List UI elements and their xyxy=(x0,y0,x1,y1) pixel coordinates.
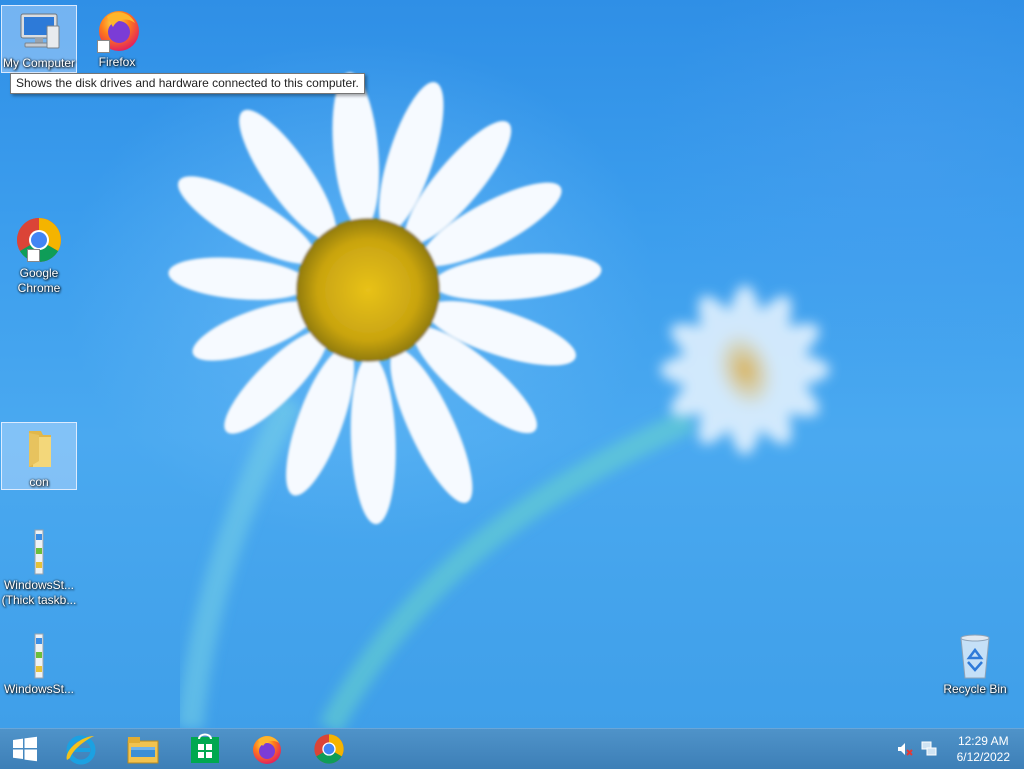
chrome-icon xyxy=(314,734,344,764)
taskbar-firefox[interactable] xyxy=(238,729,296,769)
desktop-icon-label: WindowsSt... (Thick taskb... xyxy=(1,578,77,607)
chrome-icon xyxy=(15,216,63,264)
desktop-icon-con-folder[interactable]: con xyxy=(1,422,77,490)
desktop-icon-my-computer[interactable]: My Computer xyxy=(1,5,77,73)
shortcut-arrow-icon xyxy=(97,40,110,53)
desktop-icon-label: Firefox xyxy=(98,55,136,69)
tooltip: Shows the disk drives and hardware conne… xyxy=(10,73,365,94)
taskbar: 12:29 AM 6/12/2022 xyxy=(0,728,1024,769)
desktop-icon-windowsstyle[interactable]: WindowsSt... xyxy=(1,630,77,698)
volume-muted-icon[interactable] xyxy=(897,741,913,757)
desktop[interactable]: My Computer Firefox Shows the disk drive… xyxy=(0,0,1024,728)
internet-explorer-icon xyxy=(66,735,96,765)
network-icon[interactable] xyxy=(921,741,937,757)
windowsstyle-icon xyxy=(15,632,63,680)
desktop-icon-label: Google Chrome xyxy=(17,266,61,295)
desktop-icon-label: My Computer xyxy=(2,56,76,70)
computer-icon xyxy=(15,8,63,54)
desktop-icon-windowsstyle-thick[interactable]: WindowsSt... (Thick taskb... xyxy=(1,526,77,610)
taskbar-internet-explorer[interactable] xyxy=(52,729,110,769)
windowsstyle-icon xyxy=(15,528,63,576)
shortcut-arrow-icon xyxy=(27,249,40,262)
recycle-bin-icon xyxy=(951,632,999,680)
desktop-icon-label: con xyxy=(29,475,49,489)
file-explorer-icon xyxy=(127,737,159,764)
clock-time: 12:29 AM xyxy=(957,734,1009,748)
desktop-icon-label: WindowsSt... xyxy=(3,682,75,696)
desktop-icon-firefox[interactable]: Firefox xyxy=(79,5,155,73)
firefox-icon xyxy=(253,736,281,764)
desktop-icon-recycle-bin[interactable]: Recycle Bin xyxy=(937,630,1013,698)
clock-date: 6/12/2022 xyxy=(956,750,1010,764)
store-icon xyxy=(191,733,219,763)
taskbar-file-explorer[interactable] xyxy=(114,729,172,769)
windows-logo-icon xyxy=(13,736,37,762)
taskbar-store[interactable] xyxy=(176,729,234,769)
start-button[interactable] xyxy=(0,729,50,769)
taskbar-clock[interactable]: 12:29 AM 6/12/2022 xyxy=(957,733,1010,765)
desktop-icon-label: Recycle Bin xyxy=(943,682,1007,696)
firefox-icon xyxy=(93,7,141,53)
desktop-icon-google-chrome[interactable]: Google Chrome xyxy=(1,214,77,298)
folder-icon xyxy=(15,425,63,473)
wallpaper-image xyxy=(168,72,830,728)
taskbar-chrome[interactable] xyxy=(300,729,358,769)
